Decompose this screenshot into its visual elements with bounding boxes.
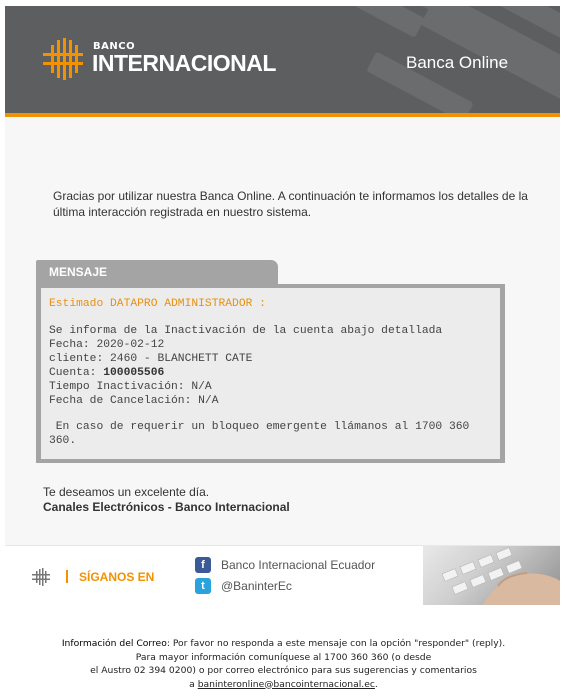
email-header: BANCO INTERNACIONAL Banca Online bbox=[5, 6, 560, 113]
info-suffix: . bbox=[374, 678, 378, 690]
keyboard-photo bbox=[423, 546, 560, 605]
closing-line: Te deseamos un excelente día. bbox=[43, 485, 210, 499]
facebook-link[interactable]: Banco Internacional Ecuador bbox=[221, 558, 375, 572]
cuenta-value: 100005506 bbox=[103, 367, 165, 379]
header-accent-line bbox=[5, 113, 560, 117]
message-cuenta: Cuenta: 100005506 bbox=[49, 366, 492, 380]
contact-email-link[interactable]: baninteronline@bancointernacional.ec bbox=[198, 679, 375, 690]
info-line2: Para mayor información comuníquese al 17… bbox=[135, 651, 432, 663]
info-prefix: a bbox=[189, 678, 198, 690]
email-container: BANCO INTERNACIONAL Banca Online Gracias… bbox=[5, 6, 560, 605]
twitter-icon[interactable]: t bbox=[195, 578, 211, 594]
info-line3: el Austro 02 394 0200) o por correo elec… bbox=[90, 665, 477, 676]
intro-text: Gracias por utilizar nuestra Banca Onlin… bbox=[53, 189, 528, 219]
banco-internacional-logo-icon bbox=[43, 38, 83, 80]
message-box: Estimado DATAPRO ADMINISTRADOR : Se info… bbox=[36, 284, 505, 463]
info-footer: Información del Correo: Por favor no res… bbox=[0, 637, 567, 691]
message-bloqueo: En caso de requerir un bloqueo emergente… bbox=[49, 421, 477, 447]
message-tab: MENSAJE bbox=[36, 260, 278, 284]
social-footer: SÍGANOS EN f Banco Internacional Ecuador… bbox=[5, 545, 560, 605]
info-line1: : Por favor no responda a este mensaje c… bbox=[166, 638, 506, 649]
message-body: Estimado DATAPRO ADMINISTRADOR : Se info… bbox=[41, 288, 500, 459]
info-line4: a baninteronline@bancointernacional.ec. bbox=[0, 678, 567, 692]
message-greeting: Estimado DATAPRO ADMINISTRADOR : bbox=[49, 298, 266, 310]
message-cancelacion: Fecha de Cancelación: N/A bbox=[49, 395, 219, 407]
message-line: Se informa de la Inactivación de la cuen… bbox=[49, 325, 443, 337]
closing-text: Te deseamos un excelente día. Canales El… bbox=[43, 485, 290, 515]
message-cliente: cliente: 2460 - BLANCHETT CATE bbox=[49, 353, 253, 365]
facebook-icon[interactable]: f bbox=[195, 557, 211, 573]
info-label: Información del Correo bbox=[61, 638, 167, 649]
footer-separator bbox=[66, 570, 68, 583]
message-tab-label: MENSAJE bbox=[49, 265, 108, 279]
message-fecha: Fecha: 2020-02-12 bbox=[49, 339, 165, 351]
banca-online-title: Banca Online bbox=[406, 53, 509, 72]
logo-internacional-text: INTERNACIONAL bbox=[92, 50, 276, 76]
closing-signature: Canales Electrónicos - Banco Internacion… bbox=[43, 500, 290, 514]
cuenta-label: Cuenta: bbox=[49, 367, 104, 379]
siganos-label: SÍGANOS EN bbox=[79, 570, 155, 584]
message-tiempo: Tiempo Inactivación: N/A bbox=[49, 381, 212, 393]
info-line: Información del Correo: Por favor no res… bbox=[0, 637, 567, 651]
footer-logo-icon bbox=[32, 568, 50, 586]
twitter-link[interactable]: @BaninterEc bbox=[221, 579, 292, 593]
